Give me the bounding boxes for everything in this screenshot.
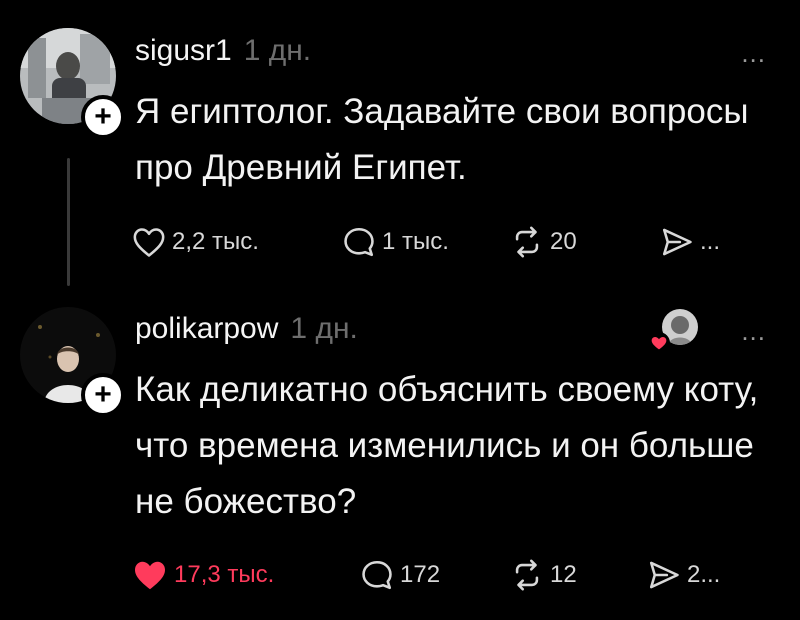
like-count: 17,3 тыс. [174,561,275,588]
post-text: Как деликатно объяснить своему коту, что… [135,370,759,521]
like-button[interactable]: 2,2 тыс. [132,222,259,262]
thread-line [67,158,70,286]
comment-icon [362,560,392,590]
comment-count: 172 [400,561,441,588]
comment-button[interactable]: 172 [360,555,440,595]
follow-button[interactable]: + [81,95,125,139]
comment-button[interactable]: 1 тыс. [342,222,449,262]
timestamp: 1 дн. [243,34,312,67]
like-count: 2,2 тыс. [172,228,259,255]
share-icon [649,561,679,589]
share-button[interactable]: 2... [647,555,720,595]
repost-button[interactable]: 12 [510,555,577,595]
heart-icon [133,228,165,257]
timestamp: 1 дн. [290,312,358,345]
comment-icon [344,227,374,257]
post-sigusr1: + sigusr1 1 дн. ... Я египтолог. Задавай… [0,0,800,300]
share-count: 2... [687,561,721,588]
post-text: Я египтолог. Задавайте свои вопросы про … [135,92,749,187]
repost-icon [515,559,539,591]
comment-count: 1 тыс. [382,228,449,255]
follow-plus-icon: + [94,100,112,133]
share-button[interactable]: ... [660,222,720,262]
liked-by-heart-icon [648,332,670,354]
repost-button[interactable]: 20 [510,222,577,262]
more-icon[interactable]: ... [741,318,766,344]
follow-plus-icon: + [94,378,112,411]
repost-icon [515,226,539,258]
username[interactable]: polikarpow [135,312,278,346]
repost-count: 20 [550,228,577,255]
username[interactable]: sigusr1 [135,34,232,68]
like-button[interactable]: 17,3 тыс. [132,555,274,595]
action-bar: 17,3 тыс. 172 12 2... [132,555,772,595]
heart-icon [135,561,165,590]
share-count: ... [700,228,721,255]
post-header: sigusr1 1 дн. [135,34,311,68]
more-icon[interactable]: ... [741,40,766,66]
post-polikarpow: + polikarpow 1 дн. ... Как деликатно объ… [0,300,800,620]
share-icon [662,228,692,256]
follow-button[interactable]: + [81,373,125,417]
repost-count: 12 [550,561,577,588]
action-bar: 2,2 тыс. 1 тыс. 20 ... [132,222,772,262]
post-header: polikarpow 1 дн. [135,312,358,346]
